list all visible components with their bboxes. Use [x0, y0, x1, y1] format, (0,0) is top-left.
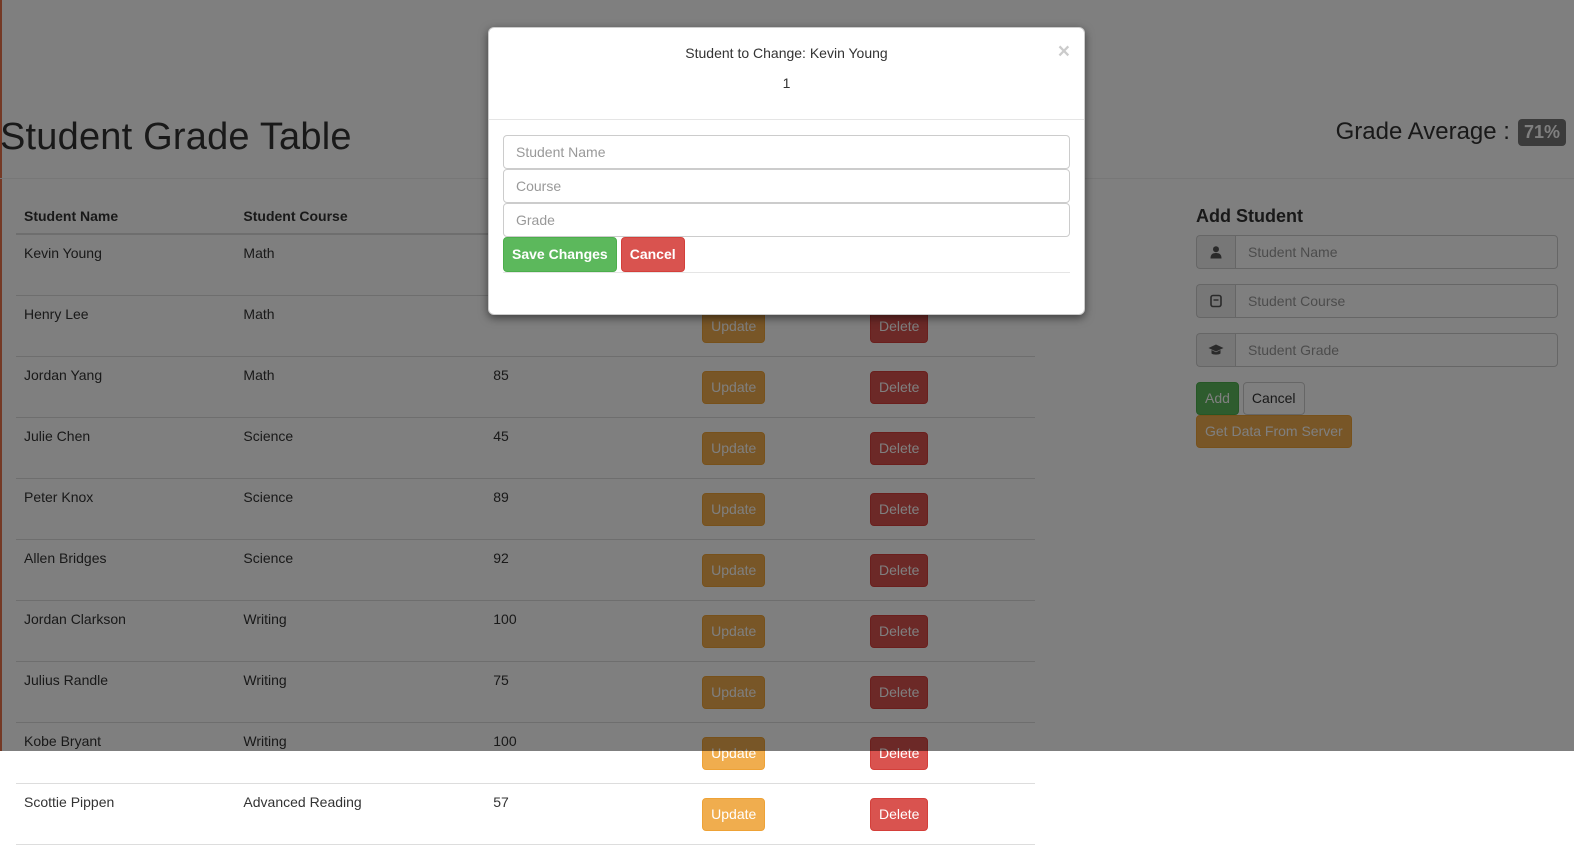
- save-changes-button[interactable]: Save Changes: [503, 237, 617, 272]
- delete-cell: Delete: [861, 783, 1019, 845]
- modal-student-index: 1: [782, 75, 791, 91]
- close-icon[interactable]: ×: [1058, 41, 1070, 62]
- modal-student-name-input[interactable]: [503, 135, 1070, 169]
- student-name-cell: Scottie Pippen: [16, 783, 236, 845]
- update-cell: Update: [694, 783, 862, 845]
- modal-body: Save Changes Cancel: [489, 120, 1084, 273]
- modal-cancel-button[interactable]: Cancel: [620, 237, 685, 272]
- spacer-cell: [1019, 783, 1035, 845]
- delete-button[interactable]: Delete: [869, 797, 929, 831]
- student-course-cell: Advanced Reading: [235, 783, 486, 845]
- modal-grade-input[interactable]: [503, 203, 1070, 237]
- modal-actions: Save Changes Cancel: [503, 237, 1070, 273]
- modal-title: Student to Change: Kevin Young: [685, 45, 888, 61]
- student-grade-cell: 57: [485, 783, 695, 845]
- modal-header: Student to Change: Kevin Young 1 ×: [489, 28, 1084, 120]
- update-button[interactable]: Update: [702, 797, 766, 831]
- update-student-modal: Student to Change: Kevin Young 1 × Save …: [488, 27, 1085, 315]
- table-row: Scottie Pippen Advanced Reading 57 Update De…: [16, 783, 1035, 845]
- modal-course-input[interactable]: [503, 169, 1070, 203]
